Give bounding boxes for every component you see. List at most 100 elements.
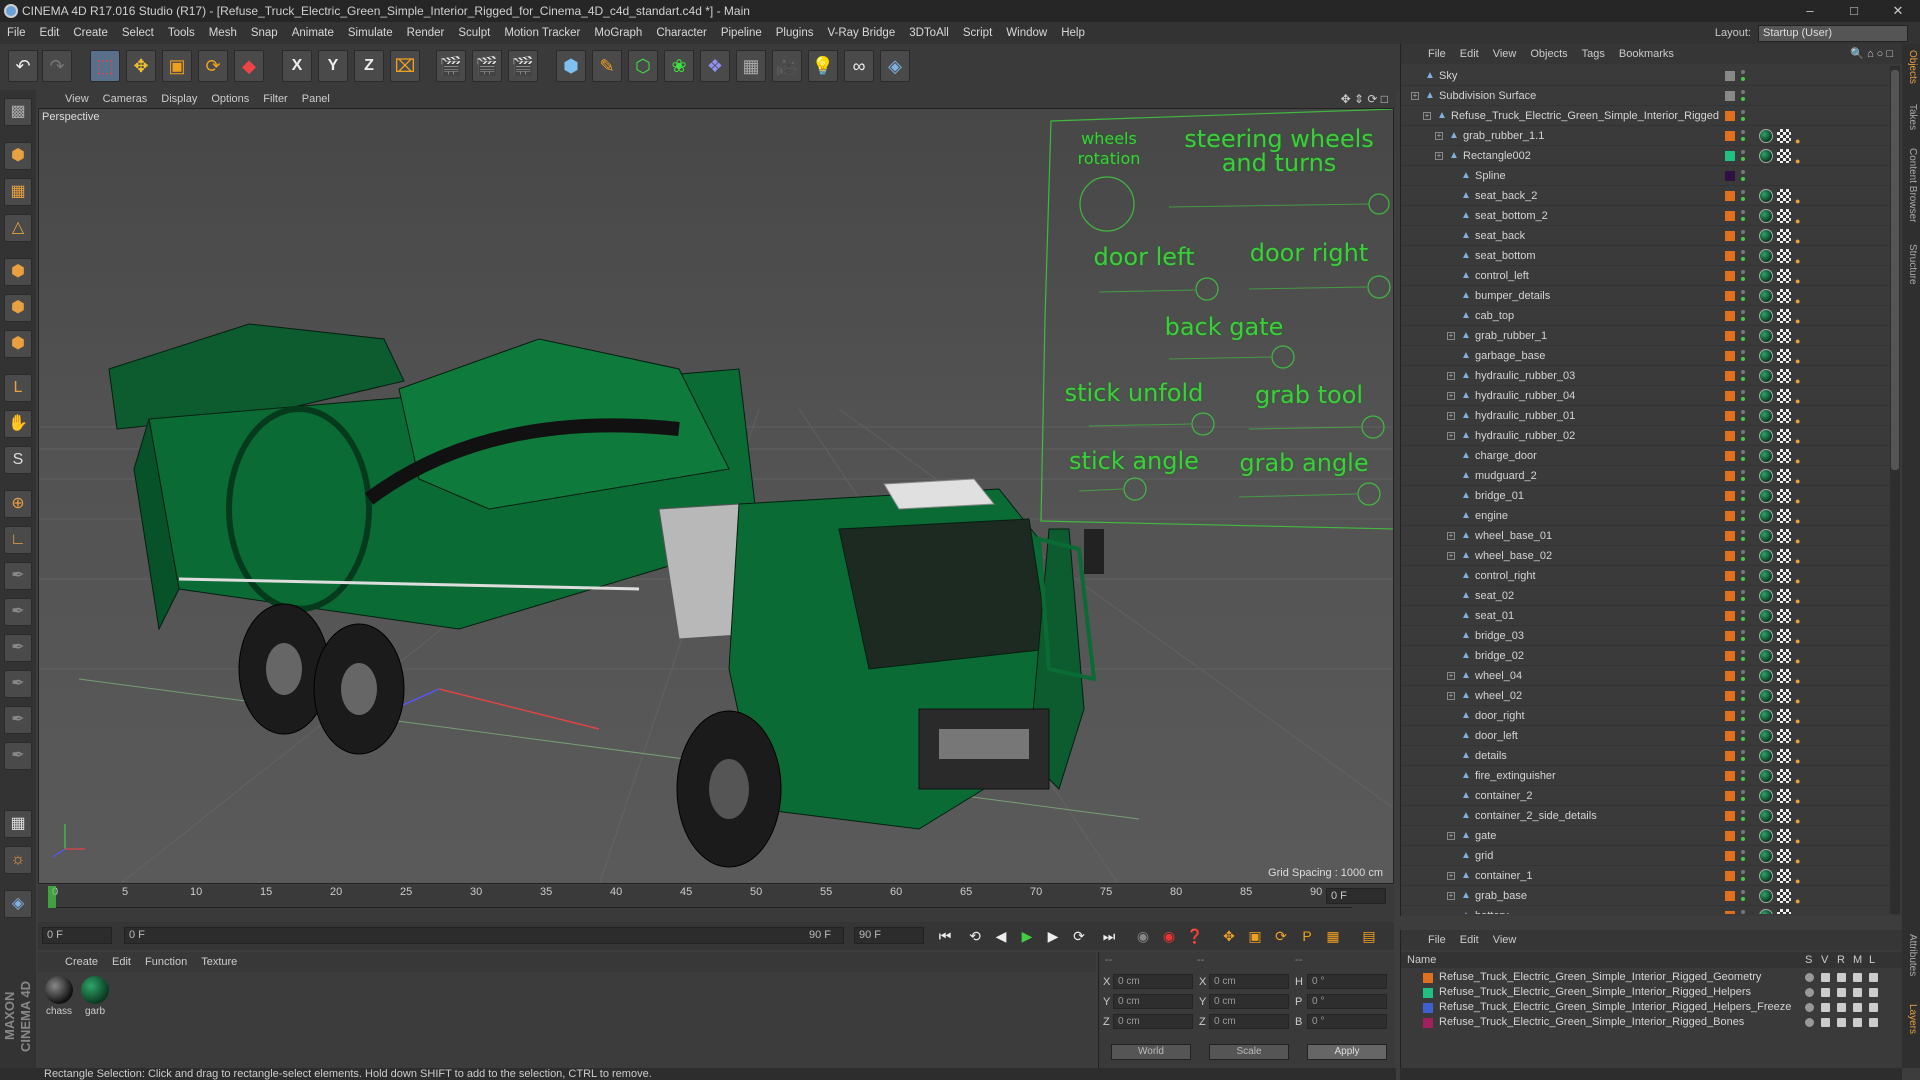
layer-row[interactable]: Refuse_Truck_Electric_Green_Simple_Inter…	[1401, 970, 1903, 985]
texture-tag-icon[interactable]	[1777, 709, 1791, 723]
live-selection-icon[interactable]: ◆	[234, 50, 264, 82]
object-row[interactable]: ▲ seat_back ●	[1401, 226, 1891, 246]
render-visibility-dot[interactable]	[1741, 757, 1745, 761]
object-row[interactable]: ▲ bumper_details ●	[1401, 286, 1891, 306]
object-row[interactable]: ▲ seat_02 ●	[1401, 586, 1891, 606]
layer-color-swatch[interactable]	[1725, 911, 1735, 914]
editor-visibility-dot[interactable]	[1741, 810, 1745, 814]
keyframe-selection-icon[interactable]: ❓	[1184, 926, 1206, 946]
scrollbar-thumb[interactable]	[1891, 70, 1899, 470]
phong-tag-icon[interactable]: ●	[1795, 291, 1805, 306]
object-row[interactable]: ▲ seat_bottom_2 ●	[1401, 206, 1891, 226]
object-row[interactable]: + ▲ wheel_04 ●	[1401, 666, 1891, 686]
maximize-button[interactable]: □	[1832, 0, 1876, 22]
editor-visibility-dot[interactable]	[1741, 110, 1745, 114]
minimize-button[interactable]: –	[1788, 0, 1832, 22]
object-row[interactable]: + ▲ Subdivision Surface	[1401, 86, 1891, 106]
pen-spline-icon[interactable]: ✎	[592, 50, 622, 82]
editor-visibility-dot[interactable]	[1741, 710, 1745, 714]
autokey-icon[interactable]: ◉	[1132, 926, 1154, 946]
render-visibility-dot[interactable]	[1741, 557, 1745, 561]
layer-color-swatch[interactable]	[1725, 431, 1735, 441]
material-tag-icon[interactable]	[1759, 469, 1773, 483]
phong-tag-icon[interactable]: ●	[1795, 231, 1805, 246]
texture-tag-icon[interactable]	[1777, 389, 1791, 403]
layer-row[interactable]: Refuse_Truck_Electric_Green_Simple_Inter…	[1401, 1015, 1903, 1030]
viewport-menu-view[interactable]: View	[58, 90, 96, 108]
key-parameter-icon[interactable]: P	[1296, 926, 1318, 946]
sculpt-icon[interactable]: ☼	[4, 846, 32, 874]
snap-icon[interactable]: S	[4, 446, 32, 474]
material-menu-edit[interactable]: Edit	[105, 952, 138, 972]
playhead[interactable]	[48, 886, 56, 908]
layout-dropdown[interactable]: Startup (User)	[1758, 25, 1908, 42]
material-tag-icon[interactable]	[1759, 889, 1773, 903]
render-visibility-dot[interactable]	[1741, 297, 1745, 301]
editor-visibility-dot[interactable]	[1741, 490, 1745, 494]
material-tag-icon[interactable]	[1759, 509, 1773, 523]
editor-visibility-dot[interactable]	[1741, 250, 1745, 254]
om-search-icons[interactable]: 🔍 ⌂ ○ □	[1850, 44, 1893, 64]
menu-window[interactable]: Window	[999, 22, 1054, 44]
phong-tag-icon[interactable]: ●	[1795, 571, 1805, 586]
tweak-mode-icon[interactable]: ✋	[4, 410, 32, 438]
editor-visibility-dot[interactable]	[1741, 370, 1745, 374]
brush-6-icon[interactable]: ✒	[4, 742, 32, 770]
z-axis-lock-icon[interactable]: Z	[354, 50, 384, 82]
perspective-viewport[interactable]: Perspective wheels rotation steering whe…	[38, 108, 1394, 884]
python-icon[interactable]: ◈	[880, 50, 910, 82]
menu-create[interactable]: Create	[66, 22, 115, 44]
edit-render-settings-icon[interactable]: 🎬	[508, 50, 538, 82]
object-row[interactable]: + ▲ hydraulic_rubber_02 ●	[1401, 426, 1891, 446]
phong-tag-icon[interactable]: ●	[1795, 791, 1805, 806]
expand-toggle-icon[interactable]: +	[1447, 892, 1455, 900]
menu-tools[interactable]: Tools	[161, 22, 202, 44]
texture-tag-icon[interactable]	[1777, 769, 1791, 783]
om-menu-bookmarks[interactable]: Bookmarks	[1612, 44, 1681, 64]
phong-tag-icon[interactable]: ●	[1795, 551, 1805, 566]
render-visibility-dot[interactable]	[1741, 597, 1745, 601]
layer-color-swatch[interactable]	[1725, 551, 1735, 561]
editor-visibility-dot[interactable]	[1741, 770, 1745, 774]
object-manager-bottom-scrollbar[interactable]	[1400, 1068, 1902, 1080]
layer-color-swatch[interactable]	[1725, 191, 1735, 201]
y-axis-lock-icon[interactable]: Y	[318, 50, 348, 82]
object-row[interactable]: ▲ seat_01 ●	[1401, 606, 1891, 626]
object-row[interactable]: + ▲ wheel_base_01 ●	[1401, 526, 1891, 546]
phong-tag-icon[interactable]: ●	[1795, 331, 1805, 346]
texture-tag-icon[interactable]	[1777, 869, 1791, 883]
material-tag-icon[interactable]	[1759, 769, 1773, 783]
render-visibility-dot[interactable]	[1741, 357, 1745, 361]
menu-edit[interactable]: Edit	[33, 22, 67, 44]
layer-solo-toggle-icon[interactable]	[1805, 1003, 1814, 1012]
x-axis-lock-icon[interactable]: X	[282, 50, 312, 82]
layer-color-swatch[interactable]	[1725, 751, 1735, 761]
object-row[interactable]: ▲ cab_top ●	[1401, 306, 1891, 326]
phong-tag-icon[interactable]: ●	[1795, 371, 1805, 386]
size-x-field[interactable]: 0 cm	[1209, 974, 1289, 989]
texture-tag-icon[interactable]	[1777, 449, 1791, 463]
start-frame-field[interactable]: 0 F	[42, 927, 112, 944]
layer-locked-toggle-icon[interactable]	[1869, 988, 1878, 997]
pos-z-field[interactable]: 0 cm	[1113, 1014, 1193, 1029]
texture-tag-icon[interactable]	[1777, 429, 1791, 443]
layer-render-toggle-icon[interactable]	[1837, 1018, 1846, 1027]
move-icon[interactable]: ✥	[126, 50, 156, 82]
phong-tag-icon[interactable]: ●	[1795, 771, 1805, 786]
layer-color-swatch[interactable]	[1725, 531, 1735, 541]
material-tag-icon[interactable]	[1759, 689, 1773, 703]
phong-tag-icon[interactable]: ●	[1795, 711, 1805, 726]
editor-visibility-dot[interactable]	[1741, 450, 1745, 454]
texture-tag-icon[interactable]	[1777, 529, 1791, 543]
object-row[interactable]: + ▲ hydraulic_rubber_03 ●	[1401, 366, 1891, 386]
texture-tag-icon[interactable]	[1777, 689, 1791, 703]
phong-tag-icon[interactable]: ●	[1795, 671, 1805, 686]
material-tag-icon[interactable]	[1759, 809, 1773, 823]
lm-menu-view[interactable]: View	[1486, 930, 1524, 950]
layer-color-swatch[interactable]	[1725, 611, 1735, 621]
editor-visibility-dot[interactable]	[1741, 470, 1745, 474]
key-point-level-icon[interactable]: ▦	[1322, 926, 1344, 946]
edges-mode-icon[interactable]: ⬢	[4, 294, 32, 322]
material-tag-icon[interactable]	[1759, 649, 1773, 663]
texture-tag-icon[interactable]	[1777, 609, 1791, 623]
